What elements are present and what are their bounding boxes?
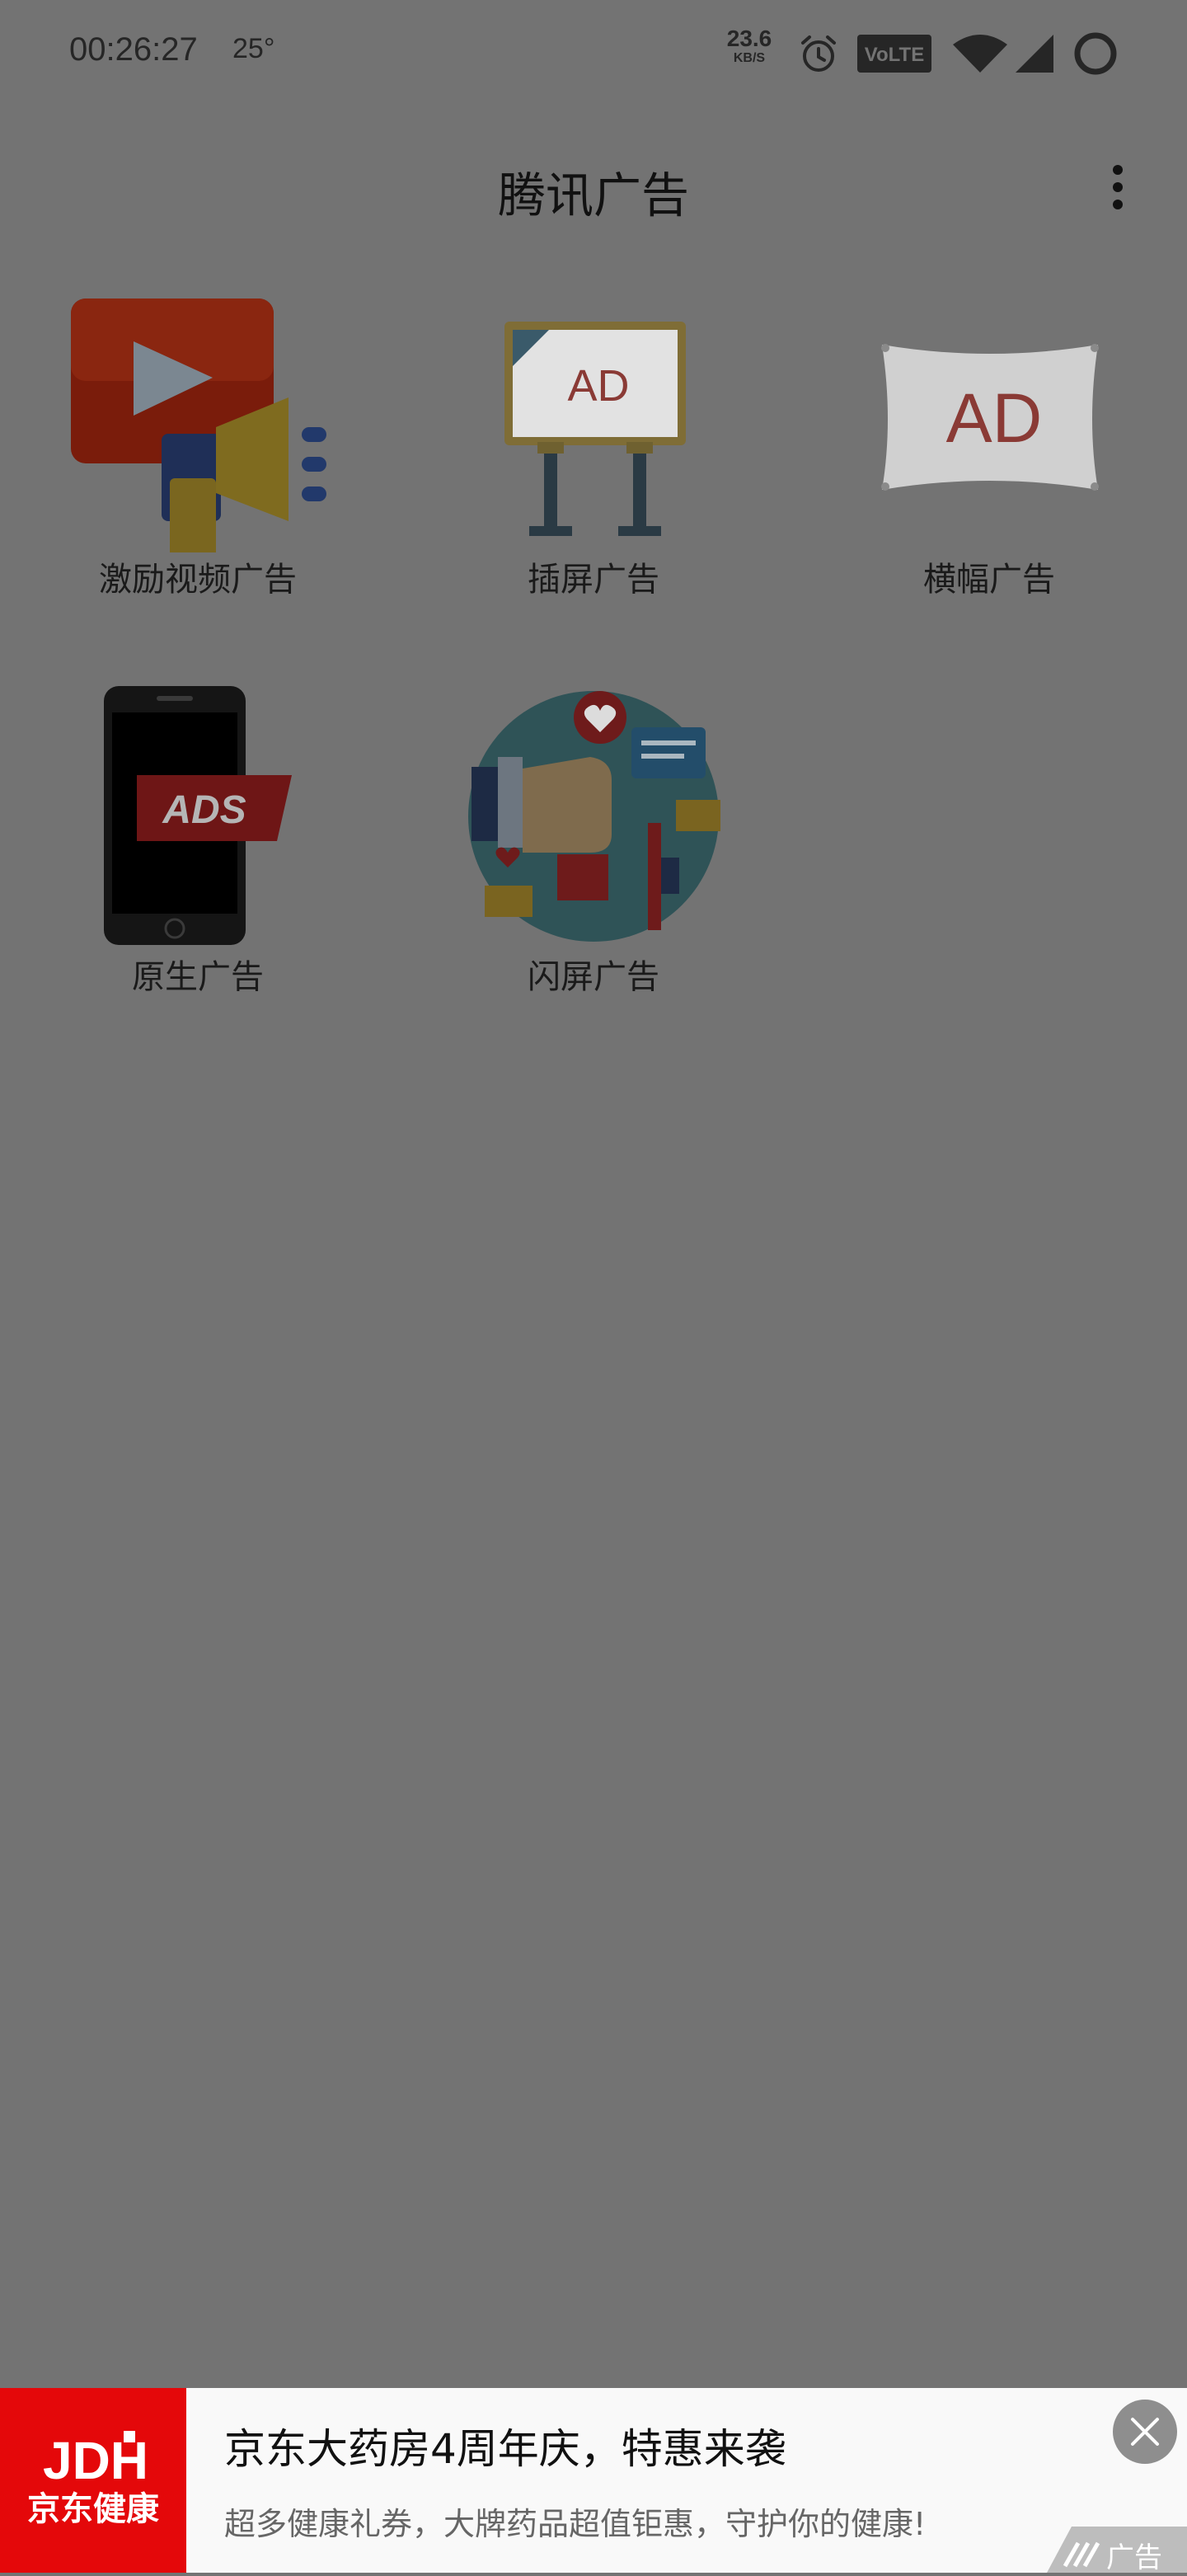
status-temperature: 25° — [232, 33, 275, 64]
tile-interstitial-ad[interactable]: AD 插屏广告 — [396, 280, 791, 676]
logo-subtext: 京东健康 — [27, 2490, 159, 2528]
ad-banner[interactable]: JDH 京东健康 京东大药房4周年庆，特惠来袭 超多健康礼券，大牌药品超值钜惠，… — [0, 2388, 1187, 2574]
ad-banner-icon: AD — [881, 344, 1099, 491]
close-icon[interactable] — [1113, 2400, 1177, 2464]
more-vert-icon[interactable] — [1103, 158, 1133, 216]
video-megaphone-icon — [71, 298, 326, 552]
tile-label: 闪屏广告 — [528, 958, 659, 996]
tile-splash-ad[interactable]: 闪屏广告 — [396, 678, 791, 1074]
page-title: 腾讯广告 — [497, 167, 689, 223]
network-speed-unit: KB/S — [733, 51, 766, 65]
status-time: 00:26:27 — [69, 31, 198, 68]
network-speed: 23.6 KB/S — [720, 26, 778, 66]
ad-billboard-icon: AD — [504, 322, 686, 536]
ad-tag: 广告 — [1047, 2527, 1187, 2574]
alarm-icon — [801, 35, 836, 72]
svg-text:ADS: ADS — [162, 788, 246, 832]
tile-banner-ad[interactable]: AD 横幅广告 — [791, 280, 1187, 676]
tile-label: 插屏广告 — [528, 561, 659, 599]
status-bar: 00:26:27 25° 23.6 KB/S VoLTE — [0, 0, 1187, 107]
jd-health-logo: JDH 京东健康 — [0, 2388, 186, 2573]
ad-title: 京东大药房4周年庆，特惠来袭 — [224, 2425, 786, 2473]
volte-icon: VoLTE — [857, 35, 931, 73]
tile-native-ad[interactable]: ADS 原生广告 — [0, 678, 396, 1074]
tile-rewarded-video-ad[interactable]: 激励视频广告 — [0, 280, 396, 676]
tile-label: 激励视频广告 — [99, 561, 297, 599]
svg-text:AD: AD — [946, 379, 1043, 457]
battery-ring-icon — [1074, 32, 1117, 75]
cell-signal-icon — [1016, 35, 1053, 73]
tile-label: 原生广告 — [132, 958, 264, 996]
ad-tag-label: 广告 — [1106, 2541, 1162, 2574]
svg-text:VoLTE: VoLTE — [865, 44, 924, 66]
social-thumbs-up-icon — [468, 691, 720, 942]
wifi-icon — [953, 35, 1007, 73]
ad-description: 超多健康礼券，大牌药品超值钜惠，守护你的健康! — [224, 2506, 927, 2542]
phone-ads-icon: ADS — [104, 686, 292, 945]
network-speed-value: 23.6 — [726, 26, 772, 51]
tile-label: 横幅广告 — [923, 561, 1055, 599]
svg-text:AD: AD — [567, 361, 629, 411]
